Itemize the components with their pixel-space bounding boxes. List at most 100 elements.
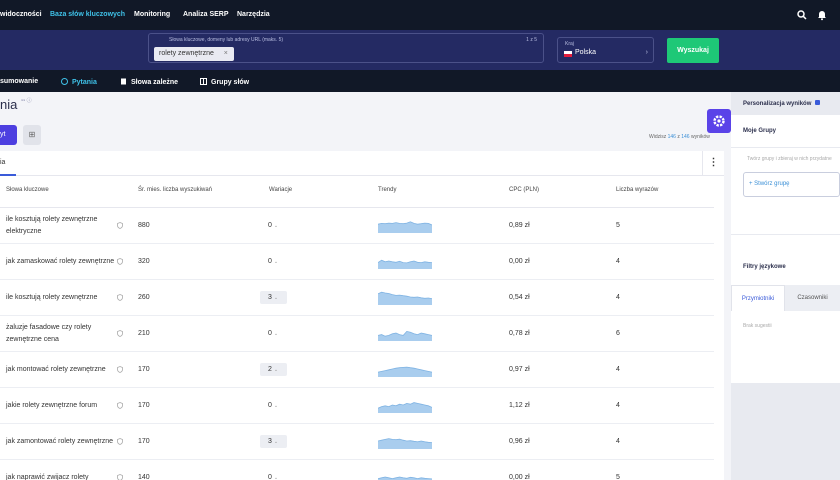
groups-title: Moje Grupy [743, 128, 777, 134]
nav-item-serp-analysis[interactable]: Analiza SERP [183, 11, 229, 18]
keyword-cell[interactable]: jak naprawić zwijacz rolety [6, 472, 118, 480]
table-row[interactable]: ile kosztują rolety zewnętrzne 260 3 ⌄ 0,54 … [0, 280, 714, 316]
tab-related-words[interactable]: Słowa zależne [120, 78, 178, 86]
tab-summary[interactable]: sumowanie [0, 78, 38, 85]
table-row[interactable]: jakie rolety zewnętrzne forum 170 0 ⌄ 1,12 z… [0, 388, 714, 424]
variations-dropdown[interactable]: 0 ⌄ [260, 255, 287, 268]
trend-sparkline [378, 221, 432, 233]
trend-sparkline [378, 366, 432, 377]
nav-item-monitoring[interactable]: Monitoring [134, 11, 170, 18]
col-header-volume[interactable]: Śr. mies. liczba wyszukiwań [138, 187, 212, 193]
page-title: nia ⁹⁹ ⓘ [0, 97, 32, 112]
tab-related-words-label: Słowa zależne [131, 79, 179, 86]
keyword-cell[interactable]: jak montować rolety zewnętrzne [6, 364, 118, 376]
chevron-down-icon: ⌄ [273, 259, 279, 265]
table-row[interactable]: jak montować rolety zewnętrzne 170 2 ⌄ 0,97 … [0, 352, 714, 388]
search-icon[interactable] [796, 9, 808, 21]
variations-dropdown[interactable]: 2 ⌄ [260, 363, 287, 376]
results-count: Widzisz 146 z 146 wyników [649, 134, 710, 140]
panel-title-text: Personalizacja wyników [743, 101, 812, 107]
divider [731, 147, 840, 148]
tab-all[interactable]: ia [0, 151, 16, 176]
bell-icon[interactable] [816, 9, 828, 21]
settings-button[interactable] [707, 109, 731, 133]
cpc-cell: 0,54 zł [509, 294, 530, 301]
country-select[interactable]: Kraj Polska › [557, 37, 654, 63]
variations-dropdown[interactable]: 0 ⌄ [260, 219, 287, 232]
keyword-cell[interactable]: jak zamontować rolety zewnętrzne [6, 436, 118, 448]
section-tabs: sumowanie Pytania Słowa zależne Grupy sł… [0, 70, 840, 92]
trend-sparkline [378, 259, 432, 269]
word-count-cell: 4 [616, 294, 620, 301]
keyword-input[interactable]: Słowa kluczowe, domeny lub adresy URL (m… [148, 33, 544, 63]
col-header-keyword[interactable]: Słowa kluczowe [6, 187, 49, 193]
table-row[interactable]: jak zamaskować rolety zewnętrzne 320 0 ⌄ 0,0… [0, 244, 714, 280]
close-icon[interactable]: × [224, 47, 228, 61]
table-row[interactable]: jak zamontować rolety zewnętrzne 170 3 ⌄ 0,9… [0, 424, 714, 460]
divider [731, 234, 840, 235]
variations-dropdown[interactable]: 0 ⌄ [260, 471, 287, 480]
tab-adjectives[interactable]: Przymiotniki [731, 285, 785, 311]
tab-verbs[interactable]: Czasowniki [785, 285, 840, 311]
cpc-cell: 0,97 zł [509, 366, 530, 373]
tab-questions-label: Pytania [72, 79, 97, 86]
variations-dropdown[interactable]: 3 ⌄ [260, 291, 287, 304]
results-prefix: Widzisz [649, 134, 667, 140]
tab-questions[interactable]: Pytania [61, 78, 97, 86]
search-bar: Słowa kluczowe, domeny lub adresy URL (m… [0, 30, 840, 70]
keyword-cell[interactable]: ile kosztują rolety zewnętrzne elektrycz… [6, 214, 118, 238]
volume-cell: 140 [138, 474, 150, 480]
keyword-cell[interactable]: jak zamaskować rolety zewnętrzne [6, 256, 118, 268]
create-group-button[interactable]: + Stwórz grupę [743, 172, 840, 197]
col-header-variations[interactable]: Wariacje [269, 187, 292, 193]
table-row[interactable]: ile kosztują rolety zewnętrzne elektrycz… [0, 208, 714, 244]
question-icon [61, 78, 68, 85]
volume-cell: 170 [138, 438, 150, 445]
table-row[interactable]: jak naprawić zwijacz rolety 140 0 ⌄ 0,00 zł 5 [0, 460, 714, 480]
chevron-down-icon: ⌄ [273, 367, 279, 373]
cpc-cell: 1,12 zł [509, 402, 530, 409]
keyword-cell[interactable]: żaluzje fasadowe czy rolety zewnętrzne c… [6, 322, 118, 346]
results-suffix: wyników [690, 134, 710, 140]
keyword-input-label: Słowa kluczowe, domeny lub adresy URL (m… [169, 37, 284, 43]
trend-area [378, 292, 432, 305]
cpc-cell: 0,96 zł [509, 438, 530, 445]
keyword-tag[interactable]: rolety zewnętrzne × [154, 47, 234, 61]
trend-sparkline [378, 330, 432, 341]
country-value: Polska [575, 49, 597, 56]
tab-summary-label: sumowanie [0, 78, 39, 85]
word-count-cell: 4 [616, 366, 620, 373]
nav-item-keyword-database[interactable]: Baza słów kluczowych [50, 11, 125, 18]
shield-icon [117, 330, 123, 337]
cpc-cell: 0,89 zł [509, 222, 530, 229]
trend-sparkline [378, 291, 432, 305]
keyword-cell[interactable]: jakie rolety zewnętrzne forum [6, 400, 118, 412]
shield-icon [117, 258, 123, 265]
tab-word-groups[interactable]: Grupy słów [200, 78, 249, 86]
info-icon: ⁹⁹ ⓘ [20, 98, 32, 104]
results-shown: 146 [667, 134, 676, 140]
more-options-icon[interactable]: ⋮ [702, 151, 724, 176]
nav-item-tools[interactable]: Narzędzia [237, 11, 270, 18]
nav-item-visibility[interactable]: widoczności [0, 11, 42, 18]
variations-dropdown[interactable]: 0 ⌄ [260, 399, 287, 412]
trend-area [378, 367, 432, 377]
primary-action-button[interactable]: yt [0, 125, 17, 145]
variations-dropdown[interactable]: 0 ⌄ [260, 327, 287, 340]
volume-cell: 170 [138, 402, 150, 409]
word-count-cell: 4 [616, 438, 620, 445]
trend-area [378, 438, 432, 449]
trend-sparkline [378, 438, 432, 449]
table-row[interactable]: żaluzje fasadowe czy rolety zewnętrzne c… [0, 316, 714, 352]
variations-count: 0 [268, 474, 272, 480]
variations-dropdown[interactable]: 3 ⌄ [260, 435, 287, 448]
col-header-cpc[interactable]: CPC (PLN) [509, 187, 539, 193]
keyword-cell[interactable]: ile kosztują rolety zewnętrzne [6, 292, 118, 304]
grid-view-button[interactable]: ⊞ [23, 125, 41, 145]
col-header-word-count[interactable]: Liczba wyrazów [616, 187, 658, 193]
variations-count: 0 [268, 222, 272, 229]
info-icon [815, 100, 821, 105]
search-button[interactable]: Wyszukaj [667, 38, 719, 63]
variations-count: 0 [268, 258, 272, 265]
shield-icon [117, 438, 123, 445]
